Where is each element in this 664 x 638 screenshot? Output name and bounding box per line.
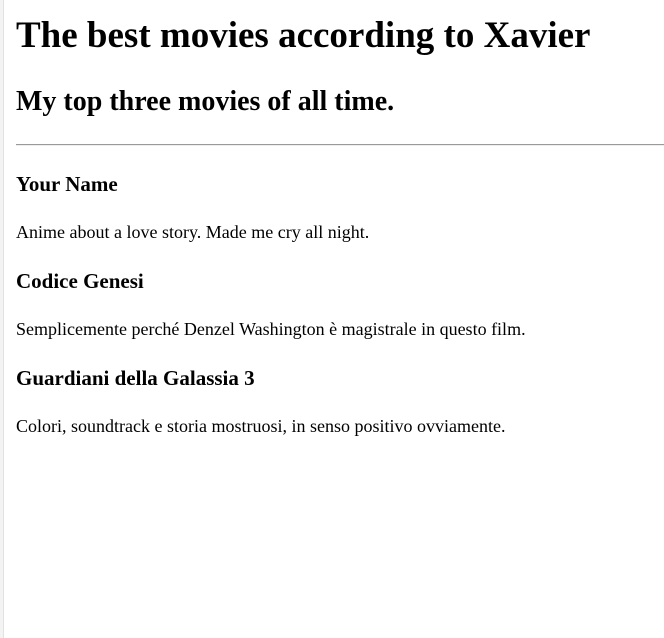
movie-title-3: Guardiani della Galassia 3 [16, 366, 255, 390]
movie-title-1: Your Name [16, 172, 118, 196]
page-title: The best movies according to Xavier [16, 15, 591, 56]
window-left-edge [0, 0, 4, 638]
horizontal-rule [16, 144, 664, 146]
movie-description-2: Semplicemente perché Denzel Washington è… [16, 319, 526, 339]
movie-title-2: Codice Genesi [16, 269, 144, 293]
movie-description-1: Anime about a love story. Made me cry al… [16, 222, 370, 242]
page-subtitle: My top three movies of all time. [16, 86, 395, 117]
movie-description-3: Colori, soundtrack e storia mostruosi, i… [16, 416, 506, 436]
